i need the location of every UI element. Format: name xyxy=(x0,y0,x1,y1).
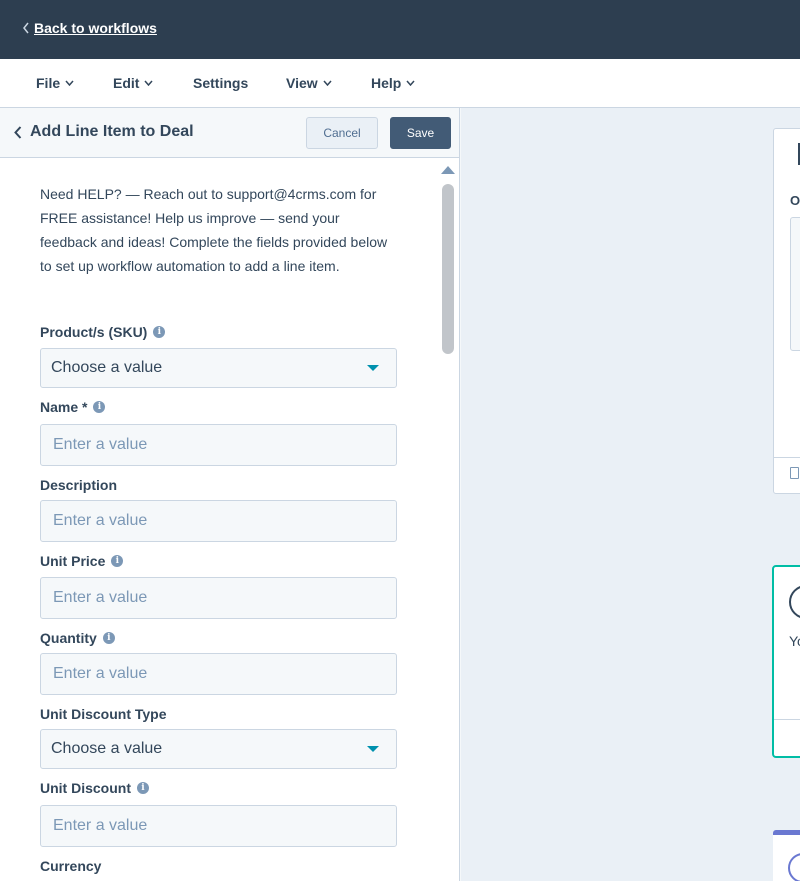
field-label-currency: Currency xyxy=(40,858,101,874)
menu-help[interactable]: Help xyxy=(371,75,415,91)
chevron-down-icon xyxy=(65,80,74,86)
card-divider xyxy=(774,457,800,458)
unit-price-input[interactable]: Enter a value xyxy=(40,577,397,619)
save-button[interactable]: Save xyxy=(390,117,451,149)
selected-workflow-card[interactable]: Yo xyxy=(772,565,800,758)
description-input[interactable]: Enter a value xyxy=(40,500,397,542)
workflow-canvas[interactable]: O Yo xyxy=(461,108,800,881)
scrollbar-thumb[interactable] xyxy=(442,184,454,354)
unit-discount-input[interactable]: Enter a value xyxy=(40,805,397,847)
panel-header: Add Line Item to Deal Cancel Save xyxy=(0,108,459,158)
select-value: Choose a value xyxy=(51,359,163,376)
menu-edit-label: Edit xyxy=(113,75,140,91)
action-panel: Add Line Item to Deal Cancel Save Need H… xyxy=(0,108,460,881)
menu-bar: File Edit Settings View Help xyxy=(0,59,800,108)
card-avatar-icon xyxy=(789,585,800,619)
card-divider xyxy=(774,719,800,720)
input-placeholder: Enter a value xyxy=(53,817,148,834)
card-text: Yo xyxy=(789,633,800,649)
info-icon[interactable]: i xyxy=(153,326,166,338)
input-placeholder: Enter a value xyxy=(53,665,148,682)
caret-down-icon xyxy=(367,746,379,752)
menu-file[interactable]: File xyxy=(36,75,74,91)
field-label-text: Product/s (SKU) xyxy=(40,324,148,340)
field-label-text: Name * xyxy=(40,399,88,415)
info-icon[interactable]: i xyxy=(111,555,124,567)
chevron-down-icon xyxy=(323,80,332,86)
workflow-card[interactable]: O xyxy=(773,128,800,494)
menu-view-label: View xyxy=(286,75,318,91)
menu-settings[interactable]: Settings xyxy=(193,75,248,91)
caret-down-icon xyxy=(367,365,379,371)
field-label-text: Description xyxy=(40,477,118,493)
info-icon[interactable]: i xyxy=(102,632,115,644)
field-label-product-sku: Product/s (SKU) i xyxy=(40,324,166,340)
back-to-workflows-link[interactable]: Back to workflows xyxy=(22,20,157,36)
field-label-name: Name * i xyxy=(40,399,106,415)
menu-help-label: Help xyxy=(371,75,402,91)
card-label: O xyxy=(790,193,800,208)
input-placeholder: Enter a value xyxy=(53,436,148,453)
select-value: Choose a value xyxy=(51,740,163,757)
input-placeholder: Enter a value xyxy=(53,512,148,529)
cancel-button[interactable]: Cancel xyxy=(306,117,378,149)
back-link-label: Back to workflows xyxy=(34,20,157,36)
field-label-text: Unit Price xyxy=(40,553,106,569)
chevron-down-icon xyxy=(406,80,415,86)
name-input[interactable]: Enter a value xyxy=(40,424,397,466)
chevron-down-icon xyxy=(144,80,154,86)
info-icon[interactable]: i xyxy=(137,782,149,794)
field-label-text: Unit Discount Type xyxy=(40,706,167,722)
input-placeholder: Enter a value xyxy=(53,589,148,606)
menu-view[interactable]: View xyxy=(286,75,332,91)
menu-settings-label: Settings xyxy=(193,75,249,91)
field-label-quantity: Quantity i xyxy=(40,630,115,646)
top-bar: Back to workflows xyxy=(0,0,800,59)
field-label-text: Currency xyxy=(40,858,102,874)
field-label-description: Description xyxy=(40,477,117,493)
card-content-box xyxy=(790,217,800,351)
field-label-unit-price: Unit Price i xyxy=(40,553,124,569)
card-avatar-icon xyxy=(788,853,800,881)
field-label-unit-discount: Unit Discount i xyxy=(40,780,149,796)
product-sku-select[interactable]: Choose a value xyxy=(40,348,397,388)
workflow-card[interactable] xyxy=(773,830,800,881)
panel-title[interactable]: Add Line Item to Deal xyxy=(14,123,194,141)
intro-text: Need HELP? — Reach out to support@4crms.… xyxy=(40,186,388,274)
scroll-up-arrow[interactable] xyxy=(441,166,455,174)
chevron-left-icon xyxy=(23,22,29,34)
menu-edit[interactable]: Edit xyxy=(113,75,154,91)
chevron-left-icon[interactable] xyxy=(14,125,22,139)
clipboard-icon[interactable] xyxy=(790,467,799,479)
field-label-unit-discount-type: Unit Discount Type xyxy=(40,706,167,722)
panel-title-text: Add Line Item to Deal xyxy=(30,123,194,140)
menu-file-label: File xyxy=(36,75,61,91)
info-icon[interactable]: i xyxy=(93,401,106,413)
field-label-text: Unit Discount xyxy=(40,780,131,796)
quantity-input[interactable]: Enter a value xyxy=(40,653,397,695)
unit-discount-type-select[interactable]: Choose a value xyxy=(40,729,397,769)
field-label-text: Quantity xyxy=(40,630,97,646)
